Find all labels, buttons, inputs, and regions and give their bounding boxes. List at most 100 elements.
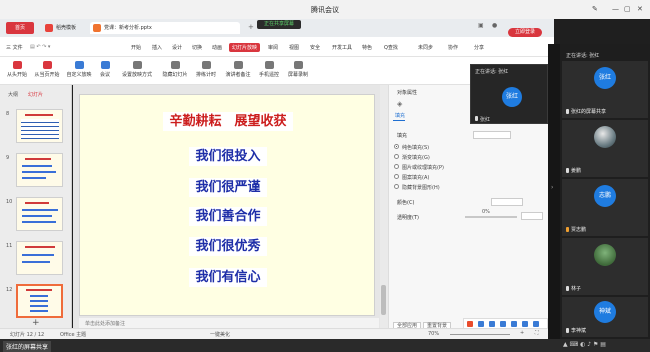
punctuation-icon[interactable]	[489, 321, 495, 327]
zoom-in-icon[interactable]: +	[520, 330, 524, 336]
slide-thumbnail-panel: 大纲 幻灯片 8 9 10 11 12 +	[0, 85, 72, 328]
tab-outline[interactable]: 大纲	[8, 91, 18, 98]
menu-view[interactable]: 视图	[289, 44, 299, 51]
menu-transition[interactable]: 切换	[192, 44, 202, 51]
editor-scrollbar[interactable]	[380, 85, 388, 328]
collapse-panel-icon[interactable]: ›	[551, 184, 553, 191]
fill-option-gradient[interactable]: 渐变填充(G)	[394, 154, 430, 161]
menu-slideshow[interactable]: 幻灯片放映	[229, 43, 261, 52]
fit-window-icon[interactable]: ⛶	[535, 330, 539, 336]
menu-collaborate[interactable]: 协作	[448, 44, 458, 51]
host-icon	[566, 227, 569, 232]
participant-panel: 正在讲话: 张红 张红 张红的屏幕共享 姜鹏 志鹏 贾志鹏 林子 神斌 李神斌	[560, 44, 650, 339]
speaker-floating-window[interactable]: 正在讲话: 张红 张红 张红	[470, 64, 548, 124]
notes-area[interactable]: 单击此处添加备注	[79, 318, 379, 328]
tab-fill[interactable]: 填充	[395, 112, 405, 119]
system-tray-icons[interactable]: ▲ ⌨ ◐ ♪ ⚑ ▤	[563, 341, 606, 348]
slide-text-line[interactable]: 我们很投入	[80, 145, 376, 166]
quick-access-icons[interactable]: ▤ ↶ ↷ ▾	[30, 44, 50, 50]
participant-tile[interactable]: 神斌 李神斌	[562, 297, 648, 337]
login-button[interactable]: 立即登录	[508, 28, 542, 37]
transparency-slider[interactable]	[465, 216, 517, 218]
tab-docer-templates[interactable]: 稻壳模板	[42, 22, 76, 34]
fill-option-hide-background[interactable]: 隐藏背景图形(H)	[394, 184, 440, 191]
slide-thumbnail-9[interactable]	[16, 153, 63, 187]
toolbar-start-from-current[interactable]: 从当页开始	[32, 57, 62, 85]
toolbar-speaker-notes[interactable]: 演讲者备注	[222, 57, 254, 85]
participant-tile[interactable]: 张红 张红的屏幕共享	[562, 61, 648, 118]
fill-option-solid[interactable]: 纯色填充(S)	[394, 144, 429, 151]
emoji-icon[interactable]	[500, 321, 506, 327]
slide-canvas[interactable]: 辛勤耕耘 展望收获 我们很投入 我们很严谨 我们善合作 我们很优秀 我们有信心	[79, 94, 375, 316]
sharing-badge[interactable]: 正在共享屏幕	[257, 20, 301, 29]
tab-slides[interactable]: 幻灯片	[28, 91, 43, 98]
toolbar-label: 自定义放映	[66, 72, 92, 78]
slide-thumbnail-10[interactable]	[16, 197, 63, 231]
menu-share[interactable]: 分享	[474, 44, 484, 51]
menu-file[interactable]: 三 文件	[6, 44, 23, 51]
minimize-icon[interactable]: —	[612, 5, 619, 13]
menu-home[interactable]: 开始	[131, 44, 141, 51]
fill-option-pattern[interactable]: 图案填充(A)	[394, 174, 429, 181]
menu-unsynced[interactable]: 未同步	[418, 44, 433, 51]
window-layout-icon[interactable]: ▣	[478, 22, 484, 29]
toolbox-icon[interactable]	[533, 321, 539, 327]
sogou-icon[interactable]	[467, 321, 473, 327]
toolbar-phone-remote[interactable]: 手机遥控	[256, 57, 282, 85]
zoom-slider[interactable]	[450, 334, 510, 335]
slide-text-line[interactable]: 我们善合作	[80, 205, 376, 226]
add-tab-icon[interactable]: +	[248, 23, 254, 31]
slide-text-line[interactable]: 我们很严谨	[80, 176, 376, 197]
toolbar-meeting[interactable]: 会议	[96, 57, 114, 85]
voice-icon[interactable]	[511, 321, 517, 327]
pin-icon[interactable]: ✎	[592, 5, 598, 13]
maximize-icon[interactable]: ▢	[624, 5, 631, 13]
chinese-mode-icon[interactable]	[478, 321, 484, 327]
paint-bucket-icon[interactable]: ◈	[397, 100, 402, 108]
toolbar-screen-record[interactable]: 屏幕录制	[285, 57, 311, 85]
slide-thumbnail-11[interactable]	[16, 241, 63, 275]
menu-review[interactable]: 审阅	[268, 44, 278, 51]
menu-design[interactable]: 设计	[172, 44, 182, 51]
participant-name-text: 李神斌	[571, 328, 587, 334]
fill-option-picture[interactable]: 图片或纹理填充(P)	[394, 164, 444, 171]
screen-share-label[interactable]: 张红的屏幕共享	[3, 341, 52, 352]
option-label: 隐藏背景图形(H)	[402, 185, 440, 191]
toolbar-hide-slide[interactable]: 隐藏幻灯片	[160, 57, 190, 85]
menu-search[interactable]: Q查找	[384, 44, 398, 51]
slide-title[interactable]: 辛勤耕耘 展望收获	[80, 110, 376, 131]
toolbar-start-from-beginning[interactable]: 从头开始	[4, 57, 30, 85]
user-icon[interactable]: ●	[492, 22, 497, 29]
speaker-notes-icon	[233, 61, 243, 69]
home-tab[interactable]: 首页	[6, 22, 34, 34]
play-start-icon	[12, 61, 22, 69]
participant-tile[interactable]: 志鹏 贾志鹏	[562, 179, 648, 236]
participant-tile[interactable]: 林子	[562, 238, 648, 295]
add-slide-icon[interactable]: +	[32, 318, 40, 328]
fill-dropdown[interactable]	[473, 131, 511, 139]
toolbar-rehearse-timing[interactable]: 排练计时	[192, 57, 220, 85]
toolbar-custom-show[interactable]: 自定义放映	[64, 57, 94, 85]
menu-features[interactable]: 特色	[362, 44, 372, 51]
menu-security[interactable]: 安全	[310, 44, 320, 51]
slide-text-line[interactable]: 我们很优秀	[80, 235, 376, 256]
slide-thumbnail-12[interactable]	[16, 284, 63, 318]
keyboard-icon[interactable]	[522, 321, 528, 327]
menu-developer[interactable]: 开发工具	[332, 44, 352, 51]
tab-pptx-document[interactable]: 党课：新考分析.pptx	[90, 22, 240, 34]
toolbar-label: 手机遥控	[258, 72, 279, 78]
transparency-input[interactable]	[521, 212, 543, 220]
slide-text-line[interactable]: 我们有信心	[80, 266, 376, 287]
slide-thumbnail-8[interactable]	[16, 109, 63, 143]
close-icon[interactable]: ✕	[637, 5, 643, 13]
participant-name-text: 姜鹏	[571, 168, 582, 174]
participant-tile[interactable]: 姜鹏	[562, 120, 648, 177]
menu-animation[interactable]: 动画	[212, 44, 222, 51]
scrollbar-thumb[interactable]	[381, 285, 386, 315]
menu-insert[interactable]: 插入	[152, 44, 162, 51]
transparency-value: 0%	[482, 209, 490, 215]
slide-number: 11	[6, 243, 13, 249]
color-picker[interactable]	[491, 198, 523, 206]
beautify-button[interactable]: 一键美化	[210, 331, 230, 338]
toolbar-slideshow-settings[interactable]: 设置放映方式	[118, 57, 156, 85]
